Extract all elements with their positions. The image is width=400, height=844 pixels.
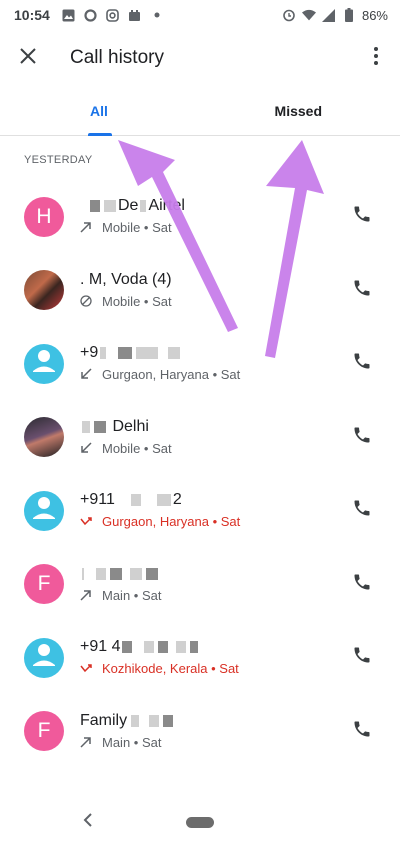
call-button[interactable]	[342, 197, 382, 237]
alarm-icon	[282, 8, 296, 22]
tab-missed-label: Missed	[274, 102, 322, 119]
incoming-call-icon	[80, 368, 94, 382]
status-right-icons: 86%	[282, 8, 388, 23]
more-vert-icon	[374, 46, 378, 70]
phone-icon	[352, 278, 372, 303]
call-detail: Mobile • Sat	[80, 440, 342, 458]
instagram-icon	[106, 8, 120, 22]
phone-icon	[352, 425, 372, 450]
close-button[interactable]	[0, 30, 56, 86]
circle-o-icon	[84, 8, 98, 22]
battery-icon	[342, 8, 356, 22]
call-detail: Kozhikode, Kerala • Sat	[80, 660, 342, 678]
status-time: 10:54	[14, 7, 50, 23]
contact-name: De Airtel	[80, 196, 342, 216]
call-row[interactable]: +911 2 Gurgaon, Haryana • Sat	[0, 474, 400, 548]
phone-icon	[352, 351, 372, 376]
call-detail: Main • Sat	[80, 587, 342, 605]
avatar: H	[24, 196, 64, 237]
call-list: H De Airtel Mobile • Sat . M, Voda (4) Mo…	[0, 180, 400, 768]
signal-icon	[322, 8, 336, 22]
page-title: Call history	[70, 47, 164, 68]
call-button[interactable]	[342, 344, 382, 384]
outgoing-call-icon	[80, 221, 94, 235]
incoming-call-icon	[80, 442, 94, 456]
dot-icon	[150, 8, 164, 22]
call-row[interactable]: +9 Gurgaon, Haryana • Sat	[0, 327, 400, 401]
call-row[interactable]: Delhi Mobile • Sat	[0, 401, 400, 475]
back-chevron-icon	[83, 812, 93, 832]
home-pill-icon[interactable]	[186, 816, 214, 828]
call-detail: Gurgaon, Haryana • Sat	[80, 366, 342, 384]
contact-name: +9	[80, 343, 342, 363]
avatar	[24, 417, 64, 458]
system-nav-bar	[0, 800, 400, 844]
tab-all[interactable]: All	[0, 86, 200, 135]
avatar	[24, 343, 64, 384]
person-icon	[24, 491, 64, 531]
call-row[interactable]: . M, Voda (4) Mobile • Sat	[0, 254, 400, 328]
call-detail: Gurgaon, Haryana • Sat	[80, 513, 342, 531]
avatar	[24, 490, 64, 531]
more-options-button[interactable]	[352, 30, 400, 86]
outgoing-call-icon	[80, 589, 94, 603]
call-button[interactable]	[342, 564, 382, 604]
phone-icon	[352, 498, 372, 523]
blocked-call-icon	[80, 295, 94, 309]
call-row[interactable]: +91 4 Kozhikode, Kerala • Sat	[0, 621, 400, 695]
tab-all-label: All	[90, 102, 108, 119]
phone-icon	[352, 204, 372, 229]
back-button[interactable]	[78, 810, 98, 834]
avatar	[24, 637, 64, 678]
call-row[interactable]: H De Airtel Mobile • Sat	[0, 180, 400, 254]
phone-icon	[352, 645, 372, 670]
call-button[interactable]	[342, 417, 382, 457]
call-detail: Main • Sat	[80, 734, 342, 752]
close-icon	[20, 47, 36, 69]
call-button[interactable]	[342, 491, 382, 531]
contact-name: +91 4	[80, 637, 342, 657]
call-row[interactable]: F Family Main • Sat	[0, 695, 400, 769]
call-button[interactable]	[342, 270, 382, 310]
call-button[interactable]	[342, 638, 382, 678]
contact-name: Family	[80, 711, 342, 731]
tab-missed[interactable]: Missed	[200, 86, 400, 135]
person-icon	[24, 638, 64, 678]
call-row[interactable]: F Main • Sat	[0, 548, 400, 622]
missed-call-icon	[80, 662, 94, 676]
outgoing-call-icon	[80, 736, 94, 750]
missed-call-icon	[80, 515, 94, 529]
phone-icon	[352, 572, 372, 597]
battery-percent: 86%	[361, 7, 388, 23]
phone-icon	[352, 719, 372, 744]
avatar: F	[24, 711, 64, 752]
call-detail: Mobile • Sat	[80, 293, 342, 311]
call-detail: Mobile • Sat	[80, 219, 342, 237]
tab-bar: All Missed	[0, 86, 400, 136]
contact-name: +911 2	[80, 491, 182, 509]
avatar: F	[24, 564, 64, 605]
call-button[interactable]	[342, 711, 382, 751]
section-header: YESTERDAY	[24, 154, 93, 166]
app-bar: Call history	[0, 30, 400, 86]
person-icon	[24, 344, 64, 384]
cast-icon	[128, 8, 142, 22]
avatar	[24, 270, 64, 311]
contact-name: Delhi	[80, 417, 342, 437]
status-left-icons	[62, 8, 164, 22]
image-icon	[62, 8, 76, 22]
wifi-icon	[301, 8, 316, 22]
contact-name	[80, 564, 342, 584]
status-bar: 10:54 86%	[0, 0, 400, 30]
contact-name: . M, Voda (4)	[80, 270, 172, 288]
